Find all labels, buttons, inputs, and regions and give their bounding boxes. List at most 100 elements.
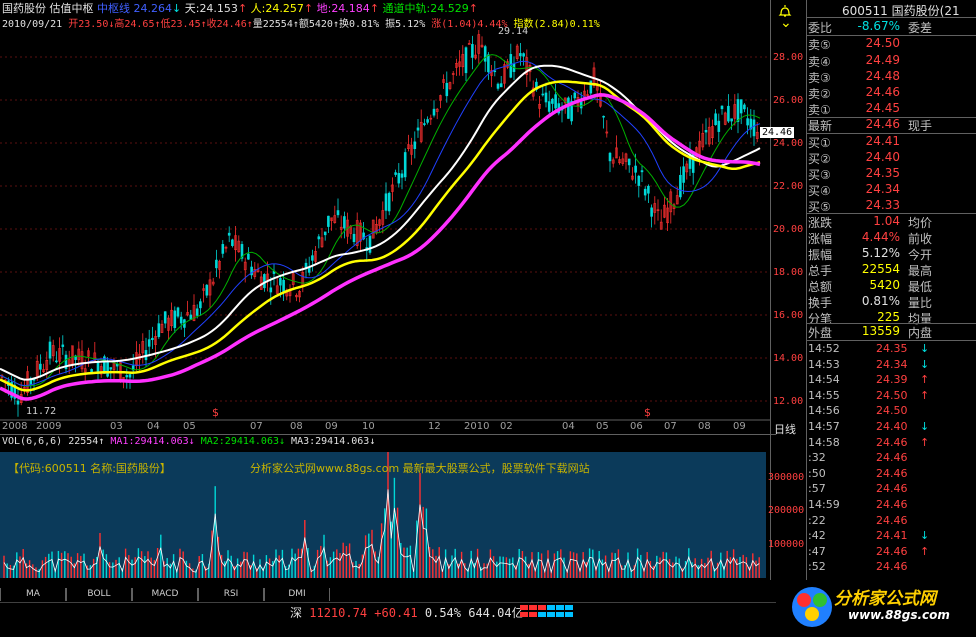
logo-badge-icon (792, 587, 832, 627)
ad-site-text: 分析家公式网www.88gs.com 最新最大股票公式，股票软件下载网站 (250, 462, 590, 475)
x-tick: 06 (630, 421, 643, 432)
tick-price: 24.50 (876, 388, 908, 402)
tab-dmi[interactable]: DMI (264, 588, 330, 601)
tick-row: 14:58 24.46 ↑ (808, 436, 972, 452)
stat-row: 振幅 5.12% 今开 (808, 246, 972, 263)
candle-body (739, 99, 743, 114)
candle-body (413, 141, 417, 150)
y-tick: 22.00 (773, 181, 804, 192)
candle-body (432, 108, 436, 116)
x-tick: 2009 (36, 421, 62, 432)
candle-body (61, 344, 65, 347)
tick-price: 24.50 (876, 404, 908, 418)
ask-price: 24.49 (865, 53, 900, 67)
tick-arrow: ↓ (920, 420, 930, 433)
channel-value: 24.529 (430, 2, 469, 15)
last-label: 最新 (808, 119, 833, 133)
x-tick: 07 (664, 421, 677, 432)
quote-volume: 量22554↑ (252, 19, 299, 30)
status-minibars (520, 605, 573, 617)
candle-body (147, 339, 151, 347)
candle-body (736, 99, 740, 122)
candle-body (48, 341, 52, 359)
candle-body (368, 235, 372, 253)
bid-price: 24.41 (865, 134, 900, 148)
candle-body (16, 400, 20, 405)
quote-date: 2010/09/21 (2, 19, 63, 30)
low-mark: 11.72 (26, 406, 57, 417)
candle-body (608, 152, 612, 162)
candle-body (727, 105, 730, 122)
stat-label: 今开 (908, 248, 933, 262)
tab-rsi[interactable]: RSI (198, 588, 264, 601)
quote-low: 低23.45↑ (160, 19, 207, 30)
tick-price: 24.41 (876, 529, 908, 543)
stat-label: 最高 (908, 264, 933, 278)
x-tick: 08 (290, 421, 303, 432)
candle-body (227, 232, 231, 236)
candle-body (384, 193, 388, 211)
candle-body (567, 97, 570, 119)
tab-macd[interactable]: MACD (132, 588, 198, 601)
tick-row: :22 24.46 (808, 514, 972, 530)
status-pct: 0.54% (424, 606, 461, 620)
tab-boll[interactable]: BOLL (66, 588, 132, 601)
stat-label: 均价 (908, 216, 933, 230)
stat-label: 最低 (908, 280, 933, 294)
ask-label: 卖⑤ (808, 38, 831, 52)
candle-body (151, 337, 154, 341)
stat-value: 22554 (861, 262, 900, 276)
stat-value: 4.44% (861, 230, 900, 244)
tick-row: 14:57 24.40 ↓ (808, 420, 972, 436)
hand-label: 现手 (908, 119, 933, 133)
price-chart[interactable] (0, 30, 776, 436)
tick-time: :32 (808, 451, 826, 465)
tick-time: 14:58 (808, 435, 840, 449)
tick-time: :47 (808, 544, 826, 558)
chevron-icon[interactable]: ⌄ (780, 16, 792, 30)
tick-price: 24.46 (876, 560, 908, 574)
x-tick: 05 (183, 421, 196, 432)
candle-body (195, 308, 199, 316)
ask-label: 卖④ (808, 55, 831, 69)
vol-tick: 300000 (768, 472, 805, 483)
indicator-name: 估值中枢 (49, 2, 94, 15)
candle-body (640, 170, 644, 173)
vol-label: VOL(6,6,6) 22554↑ (2, 436, 105, 447)
channel-label: 通道中轨: (382, 2, 431, 15)
ask-row-1: 卖① 24.45 (808, 101, 972, 118)
bid-row-4: 买④ 24.34 (808, 182, 972, 199)
tick-row: 14:56 24.50 (808, 404, 972, 420)
panel-name: 国药股份(21 (891, 4, 960, 18)
status-amount: 644.04亿 (468, 606, 524, 620)
stat-value: 1.04 (873, 214, 900, 228)
tab-ma[interactable]: MA (0, 588, 66, 601)
candle-body (39, 363, 42, 370)
candle-body (426, 119, 429, 123)
tick-price: 24.46 (876, 498, 908, 511)
mid-label: 中枢线 (97, 2, 130, 15)
x-tick: 09 (733, 421, 746, 432)
site-logo: 分析家公式网 www.88gs.com (790, 580, 976, 637)
candle-body (493, 70, 497, 73)
candle-body (336, 210, 340, 216)
candle-body (387, 192, 391, 212)
stat-value: 5420 (869, 278, 900, 292)
candle-body (650, 207, 653, 217)
candle-body (269, 287, 273, 293)
period-label[interactable]: 日线 (774, 421, 796, 437)
quote-amount: 额5420↑ (298, 19, 339, 30)
candle-body (643, 188, 647, 196)
candle-body (157, 323, 161, 337)
candle-body (199, 301, 202, 309)
candle-body (311, 255, 314, 261)
candle-body (279, 278, 282, 286)
panel-divider (806, 17, 976, 18)
vol-tick: 100000 (768, 539, 805, 550)
webi-label: 委比 (808, 21, 833, 35)
candle-body (247, 253, 250, 260)
candle-body (343, 216, 346, 229)
x-tick: 12 (428, 421, 441, 432)
tick-price: 24.46 (876, 451, 908, 465)
tick-row: 14:53 24.34 ↓ (808, 358, 972, 374)
